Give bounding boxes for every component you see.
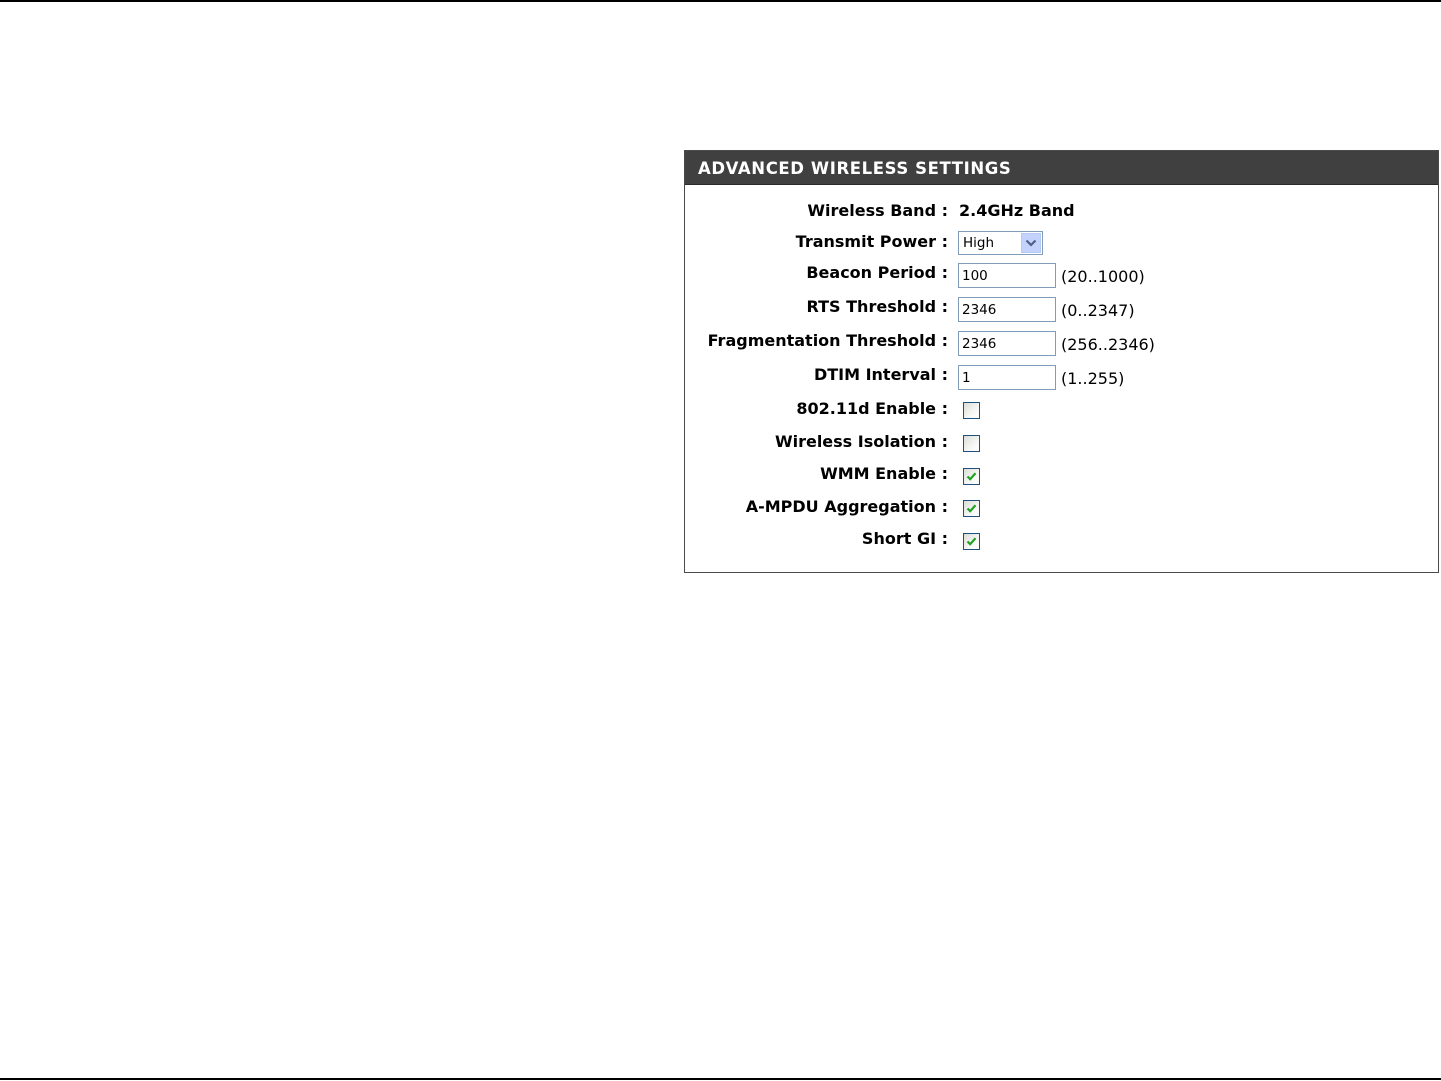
rts-threshold-range: (0..2347) — [1061, 301, 1135, 320]
wireless-band-row: Wireless Band : 2.4GHz Band — [685, 201, 1438, 229]
dtim-interval-input[interactable] — [958, 365, 1056, 390]
ampdu-aggregation-row: A-MPDU Aggregation : — [685, 497, 1438, 525]
fragmentation-threshold-input[interactable] — [958, 331, 1056, 356]
wmm-enable-label: WMM Enable : — [820, 464, 948, 483]
dtim-interval-range: (1..255) — [1061, 369, 1125, 388]
panel-title: ADVANCED WIRELESS SETTINGS — [685, 151, 1438, 185]
rts-threshold-input[interactable] — [958, 297, 1056, 322]
transmit-power-label: Transmit Power : — [795, 232, 948, 251]
short-gi-row: Short GI : — [685, 529, 1438, 557]
rts-threshold-label: RTS Threshold : — [806, 297, 948, 316]
transmit-power-select[interactable]: High — [958, 231, 1043, 255]
enable-80211d-label: 802.11d Enable : — [796, 399, 948, 418]
fragmentation-threshold-label: Fragmentation Threshold : — [707, 331, 948, 350]
dtim-interval-label: DTIM Interval : — [813, 365, 948, 384]
advanced-wireless-settings-panel: ADVANCED WIRELESS SETTINGS Wireless Band… — [684, 150, 1439, 573]
wireless-isolation-checkbox[interactable] — [963, 435, 980, 452]
top-divider — [0, 0, 1441, 2]
wireless-band-value: 2.4GHz Band — [959, 201, 1075, 220]
checkmark-icon — [966, 504, 977, 513]
wireless-band-label: Wireless Band : — [807, 201, 948, 220]
beacon-period-range: (20..1000) — [1061, 267, 1145, 286]
checkmark-icon — [966, 472, 977, 481]
chevron-down-icon[interactable] — [1021, 233, 1041, 253]
short-gi-checkbox[interactable] — [963, 533, 980, 550]
ampdu-aggregation-checkbox[interactable] — [963, 500, 980, 517]
enable-80211d-row: 802.11d Enable : — [685, 399, 1438, 427]
checkmark-icon — [966, 537, 977, 546]
beacon-period-label: Beacon Period : — [806, 263, 948, 282]
ampdu-aggregation-label: A-MPDU Aggregation : — [745, 497, 948, 516]
wmm-enable-checkbox[interactable] — [963, 468, 980, 485]
transmit-power-row: Transmit Power : — [685, 232, 1438, 260]
beacon-period-input[interactable] — [958, 263, 1056, 288]
enable-80211d-checkbox[interactable] — [963, 402, 980, 419]
wmm-enable-row: WMM Enable : — [685, 464, 1438, 492]
wireless-isolation-label: Wireless Isolation : — [774, 432, 948, 451]
fragmentation-threshold-range: (256..2346) — [1061, 335, 1155, 354]
wireless-isolation-row: Wireless Isolation : — [685, 432, 1438, 460]
bottom-divider — [0, 1078, 1441, 1080]
transmit-power-selected-value: High — [963, 235, 995, 251]
short-gi-label: Short GI : — [861, 529, 948, 548]
